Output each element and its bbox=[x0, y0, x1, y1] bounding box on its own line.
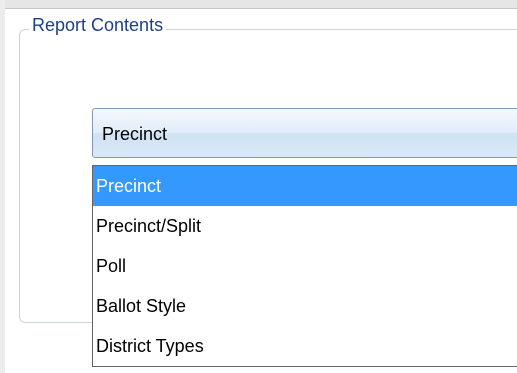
window-left-edge bbox=[0, 0, 5, 373]
report-contents-combobox[interactable]: Precinct bbox=[92, 108, 517, 158]
option-precinct-split[interactable]: Precinct/Split bbox=[93, 206, 517, 246]
option-ballot-style[interactable]: Ballot Style bbox=[93, 286, 517, 326]
group-title: Report Contents bbox=[29, 14, 167, 36]
option-precinct[interactable]: Precinct bbox=[93, 166, 517, 206]
dropdown-list[interactable]: Precinct Precinct/Split Poll Ballot Styl… bbox=[92, 165, 517, 367]
option-poll[interactable]: Poll bbox=[93, 246, 517, 286]
combobox-selected-value: Precinct bbox=[102, 124, 168, 144]
option-district-types[interactable]: District Types bbox=[93, 326, 517, 366]
window-top-edge bbox=[0, 0, 517, 9]
